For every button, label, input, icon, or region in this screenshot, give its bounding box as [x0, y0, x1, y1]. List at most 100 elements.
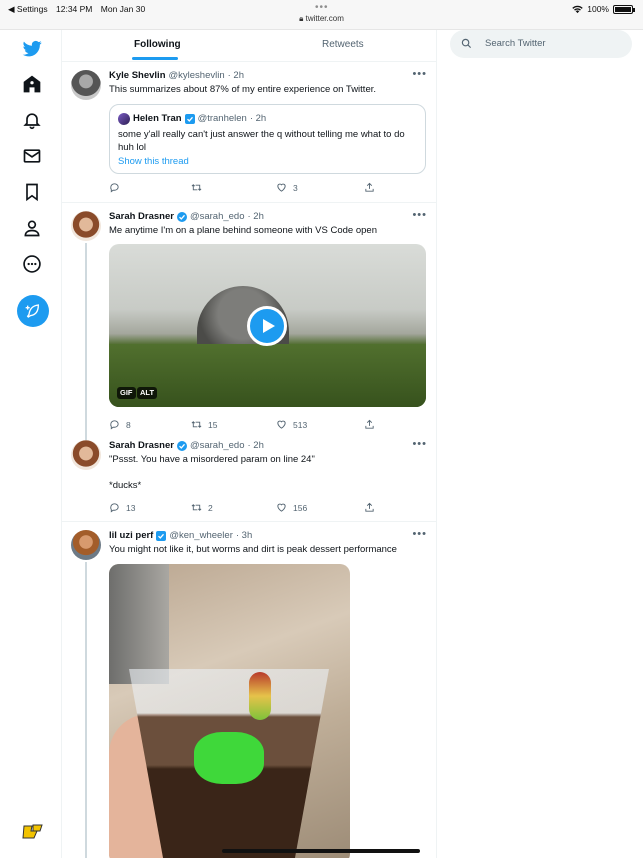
retweet-count: 15 — [208, 419, 218, 430]
heart-icon — [277, 183, 286, 192]
gif-media[interactable]: GIF ALT — [109, 244, 426, 407]
bell-icon[interactable] — [22, 110, 44, 132]
quoted-tweet[interactable]: Helen Tran @tranhelen · 2h some y'all re… — [109, 104, 426, 174]
bookmark-icon[interactable] — [22, 182, 44, 204]
status-bar: ◀ Settings 12:34 PM Mon Jan 30 ••• 🔒︎ tw… — [0, 0, 643, 30]
more-options-icon[interactable]: ••• — [412, 438, 427, 450]
author-handle[interactable]: @kyleshevlin — [169, 70, 225, 81]
like-count: 3 — [293, 182, 298, 193]
tab-following[interactable]: Following — [134, 39, 181, 50]
share-button[interactable] — [364, 182, 375, 193]
play-button[interactable] — [247, 306, 287, 346]
author-name[interactable]: Kyle Shevlin — [109, 70, 166, 81]
author-handle[interactable]: @sarah_edo — [190, 211, 245, 222]
url-text: twitter.com — [305, 14, 344, 23]
twitter-bird-icon[interactable] — [22, 38, 44, 60]
avatar[interactable] — [71, 440, 101, 470]
reply-icon — [110, 503, 119, 513]
tweet-time: · 2h — [247, 211, 264, 222]
photo-media[interactable] — [109, 564, 350, 858]
status-bar-right: 100% — [572, 4, 635, 14]
home-icon[interactable] — [22, 74, 44, 96]
account-logo-icon[interactable] — [22, 823, 44, 839]
quoted-text: some y'all really can't just answer the … — [118, 129, 405, 153]
wifi-icon — [572, 5, 583, 13]
retweet-icon — [191, 421, 202, 428]
like-button[interactable]: 3 — [276, 182, 298, 193]
more-options-icon[interactable]: ••• — [412, 528, 427, 540]
thread-line — [85, 562, 87, 858]
reply-button[interactable]: 13 — [109, 502, 135, 513]
reply-count: 13 — [126, 502, 136, 513]
avatar[interactable] — [71, 211, 101, 241]
retweet-button[interactable] — [191, 182, 208, 193]
tweet[interactable]: Kyle Shevlin @kyleshevlin · 2h ••• This … — [62, 62, 436, 203]
retweet-button[interactable]: 15 — [191, 419, 217, 430]
tweet-time: · 2h — [227, 70, 244, 81]
like-count: 513 — [293, 419, 308, 430]
search-input[interactable]: Search Twitter — [485, 38, 546, 49]
share-icon — [365, 182, 374, 192]
tweet-time: · 3h — [235, 530, 253, 541]
tweet-text: Me anytime I'm on a plane behind someone… — [109, 225, 377, 236]
reply-icon — [110, 183, 119, 193]
mail-icon[interactable] — [22, 146, 44, 168]
compose-tweet-button[interactable] — [17, 295, 49, 327]
author-handle[interactable]: @sarah_edo — [190, 440, 245, 451]
tweet[interactable]: Sarah Drasner @sarah_edo · 2h ••• Me any… — [62, 203, 436, 432]
tweet-actions: 3 — [109, 182, 427, 196]
tweet[interactable]: Sarah Drasner @sarah_edo · 2h ••• "Pssst… — [62, 432, 436, 522]
avatar[interactable] — [71, 70, 101, 100]
reply-count: 8 — [126, 419, 131, 430]
tweet-header: lil uzi perf @ken_wheeler · 3h — [109, 530, 252, 541]
alt-badge[interactable]: ALT — [137, 387, 158, 399]
left-navigation — [0, 30, 62, 858]
compose-icon — [25, 304, 40, 318]
gif-badge: GIF — [117, 387, 136, 399]
reply-button[interactable] — [109, 182, 126, 193]
media-background — [109, 564, 169, 684]
author-name[interactable]: lil uzi perf — [109, 530, 153, 541]
avatar[interactable] — [71, 530, 101, 560]
share-button[interactable] — [364, 502, 375, 513]
tweet-text: This summarizes about 87% of my entire e… — [109, 84, 377, 95]
quoted-author-name: Helen Tran — [133, 113, 182, 124]
verified-badge-icon — [184, 113, 195, 124]
tweet-text: You might not like it, but worms and dir… — [109, 544, 397, 555]
share-button[interactable] — [364, 419, 375, 430]
retweet-count: 2 — [208, 502, 213, 513]
author-handle[interactable]: @ken_wheeler — [169, 530, 233, 541]
tweet-actions: 13 2 156 — [109, 502, 427, 516]
home-indicator[interactable] — [222, 849, 420, 853]
play-icon — [263, 319, 275, 333]
retweet-icon — [191, 504, 202, 511]
author-name[interactable]: Sarah Drasner — [109, 440, 174, 451]
search-icon — [461, 38, 472, 49]
media-gummy — [194, 732, 264, 784]
like-button[interactable]: 513 — [276, 419, 307, 430]
quoted-author-handle: @tranhelen — [197, 113, 247, 124]
tab-retweets[interactable]: Retweets — [322, 39, 364, 50]
status-date: Mon Jan 30 — [100, 4, 146, 14]
profile-icon[interactable] — [22, 218, 44, 240]
url-bar[interactable]: 🔒︎ twitter.com — [0, 14, 643, 24]
more-options-icon[interactable]: ••• — [412, 68, 427, 80]
reply-button[interactable]: 8 — [109, 419, 131, 430]
like-button[interactable]: 156 — [276, 502, 307, 513]
battery-icon — [613, 4, 635, 14]
retweet-button[interactable]: 2 — [191, 502, 213, 513]
battery-percent: 100% — [587, 4, 609, 14]
tweet[interactable]: lil uzi perf @ken_wheeler · 3h ••• You m… — [62, 522, 436, 858]
more-circle-icon[interactable] — [22, 254, 44, 276]
multitasking-dots-icon[interactable]: ••• — [315, 2, 329, 13]
heart-icon — [277, 420, 286, 429]
share-icon — [365, 419, 374, 429]
back-to-settings[interactable]: ◀ Settings — [8, 4, 48, 14]
verified-badge-icon — [156, 530, 167, 541]
tweet-text: "Pssst. You have a misordered param on l… — [109, 454, 315, 491]
retweet-icon — [191, 184, 202, 191]
more-options-icon[interactable]: ••• — [412, 209, 427, 221]
search-box[interactable]: Search Twitter — [450, 30, 632, 58]
show-thread-link[interactable]: Show this thread — [118, 156, 189, 167]
author-name[interactable]: Sarah Drasner — [109, 211, 174, 222]
